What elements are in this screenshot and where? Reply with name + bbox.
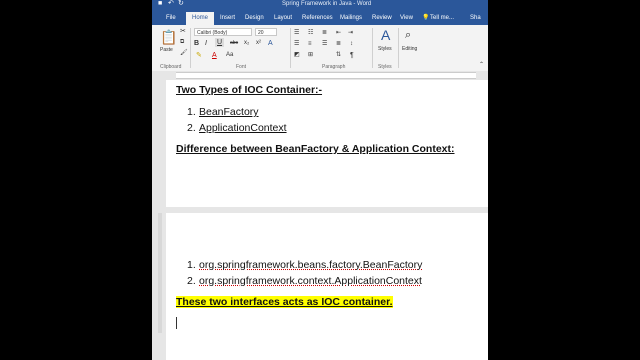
paste-button[interactable]: Paste xyxy=(160,46,173,55)
window-title: Spring Framework in Java - Word xyxy=(282,1,372,7)
decrease-indent-icon[interactable]: ⇤ xyxy=(336,29,341,38)
heading-ioc-types: Two Types of IOC Container:- xyxy=(176,84,323,96)
increase-indent-icon[interactable]: ⇥ xyxy=(348,29,353,38)
list-item-beanfactory-package: org.springframework.beans.factory.BeanFa… xyxy=(199,259,423,271)
font-name-combo[interactable]: Calibri (Body) xyxy=(194,28,252,36)
align-center-icon[interactable]: ≡ xyxy=(308,40,312,49)
vertical-ruler-bar xyxy=(158,213,162,333)
superscript-button[interactable]: x² xyxy=(256,39,261,48)
tab-mailings[interactable]: Mailings xyxy=(340,12,362,25)
tab-review[interactable]: Review xyxy=(372,12,392,25)
document-page-1[interactable]: Two Types of IOC Container:- 1. BeanFact… xyxy=(166,80,488,207)
separator xyxy=(398,28,399,68)
cut-icon[interactable]: ✂ xyxy=(180,27,186,36)
ruler-track xyxy=(176,72,476,79)
font-size-combo[interactable]: 20 xyxy=(255,28,277,36)
tab-home[interactable]: Home xyxy=(186,12,215,25)
sort-icon[interactable]: ⇅ xyxy=(336,51,341,60)
separator xyxy=(372,28,373,68)
horizontal-ruler xyxy=(152,71,488,80)
list-number: 1. xyxy=(187,259,196,271)
list-item-applicationcontext: ApplicationContext xyxy=(199,122,287,134)
tab-layout[interactable]: Layout xyxy=(274,12,292,25)
paste-icon[interactable]: 📋 xyxy=(160,29,177,45)
styles-icon[interactable]: A xyxy=(381,27,390,43)
text-cursor xyxy=(176,317,177,329)
heading-difference: Difference between BeanFactory & Applica… xyxy=(176,143,455,155)
highlighted-sentence: These two interfaces acts as IOC contain… xyxy=(176,296,393,308)
tab-file[interactable]: File xyxy=(166,12,176,25)
tell-me-icon[interactable]: 💡 xyxy=(422,12,429,25)
tell-me-box[interactable]: Tell me... xyxy=(430,12,454,25)
copy-icon[interactable]: ⧉ xyxy=(180,38,184,47)
justify-icon[interactable]: ≣ xyxy=(336,40,341,49)
ribbon-home: 📋 Paste ✂ ⧉ 🖌 Clipboard Calibri (Body) 2… xyxy=(152,25,488,72)
editing-button[interactable]: Editing xyxy=(402,45,417,54)
tab-design[interactable]: Design xyxy=(245,12,264,25)
undo-icon[interactable]: ↶ xyxy=(168,0,174,8)
paragraph-group-label: Paragraph xyxy=(322,64,346,70)
tab-view[interactable]: View xyxy=(400,12,413,25)
list-number: 2. xyxy=(187,275,196,287)
bullets-icon[interactable]: ☰ xyxy=(294,29,299,38)
share-button[interactable]: Sha xyxy=(470,12,481,25)
word-window: ■ ↶ ↻ Spring Framework in Java - Word Fi… xyxy=(152,0,488,360)
numbering-icon[interactable]: ☷ xyxy=(308,29,313,38)
show-formatting-icon[interactable]: ¶ xyxy=(350,51,354,60)
title-bar: ■ ↶ ↻ Spring Framework in Java - Word xyxy=(152,0,488,9)
tab-insert[interactable]: Insert xyxy=(220,12,235,25)
shading-icon[interactable]: ◩ xyxy=(294,51,300,60)
styles-button[interactable]: Styles xyxy=(378,45,392,54)
text-effects-icon[interactable]: A xyxy=(268,39,273,48)
list-item-beanfactory: BeanFactory xyxy=(199,106,259,118)
list-number: 2. xyxy=(187,122,196,134)
list-item-applicationcontext-package: org.springframework.context.ApplicationC… xyxy=(199,275,422,287)
styles-group-label: Styles xyxy=(378,64,392,70)
align-left-icon[interactable]: ☰ xyxy=(294,40,299,49)
multilevel-list-icon[interactable]: ≣ xyxy=(322,29,327,38)
format-painter-icon[interactable]: 🖌 xyxy=(180,49,188,58)
redo-icon[interactable]: ↻ xyxy=(178,0,184,8)
underline-button[interactable]: U xyxy=(215,38,225,47)
find-icon[interactable]: ⌕ xyxy=(405,29,411,41)
highlight-color-icon[interactable]: ✎ xyxy=(196,51,202,60)
ribbon-tabs: File Home Insert Design Layout Reference… xyxy=(152,9,488,25)
separator xyxy=(190,28,191,68)
align-right-icon[interactable]: ☰ xyxy=(322,40,327,49)
collapse-ribbon-icon[interactable]: ⌃ xyxy=(479,61,484,70)
font-color-icon[interactable]: A xyxy=(212,51,217,60)
clipboard-group-label: Clipboard xyxy=(160,64,182,70)
change-case-icon[interactable]: Aa xyxy=(226,51,233,60)
document-page-2[interactable]: 1. org.springframework.beans.factory.Bea… xyxy=(166,213,488,360)
strikethrough-button[interactable]: abc xyxy=(230,39,238,48)
vertical-ruler xyxy=(156,213,164,360)
separator xyxy=(290,28,291,68)
bold-button[interactable]: B xyxy=(194,39,199,48)
list-number: 1. xyxy=(187,106,196,118)
subscript-button[interactable]: x₂ xyxy=(244,39,249,48)
save-icon[interactable]: ■ xyxy=(158,0,162,8)
italic-button[interactable]: I xyxy=(205,39,207,48)
font-group-label: Font xyxy=(236,64,247,70)
borders-icon[interactable]: ⊞ xyxy=(308,51,313,60)
tab-references[interactable]: References xyxy=(302,12,333,25)
line-spacing-icon[interactable]: ↕ xyxy=(350,40,353,49)
